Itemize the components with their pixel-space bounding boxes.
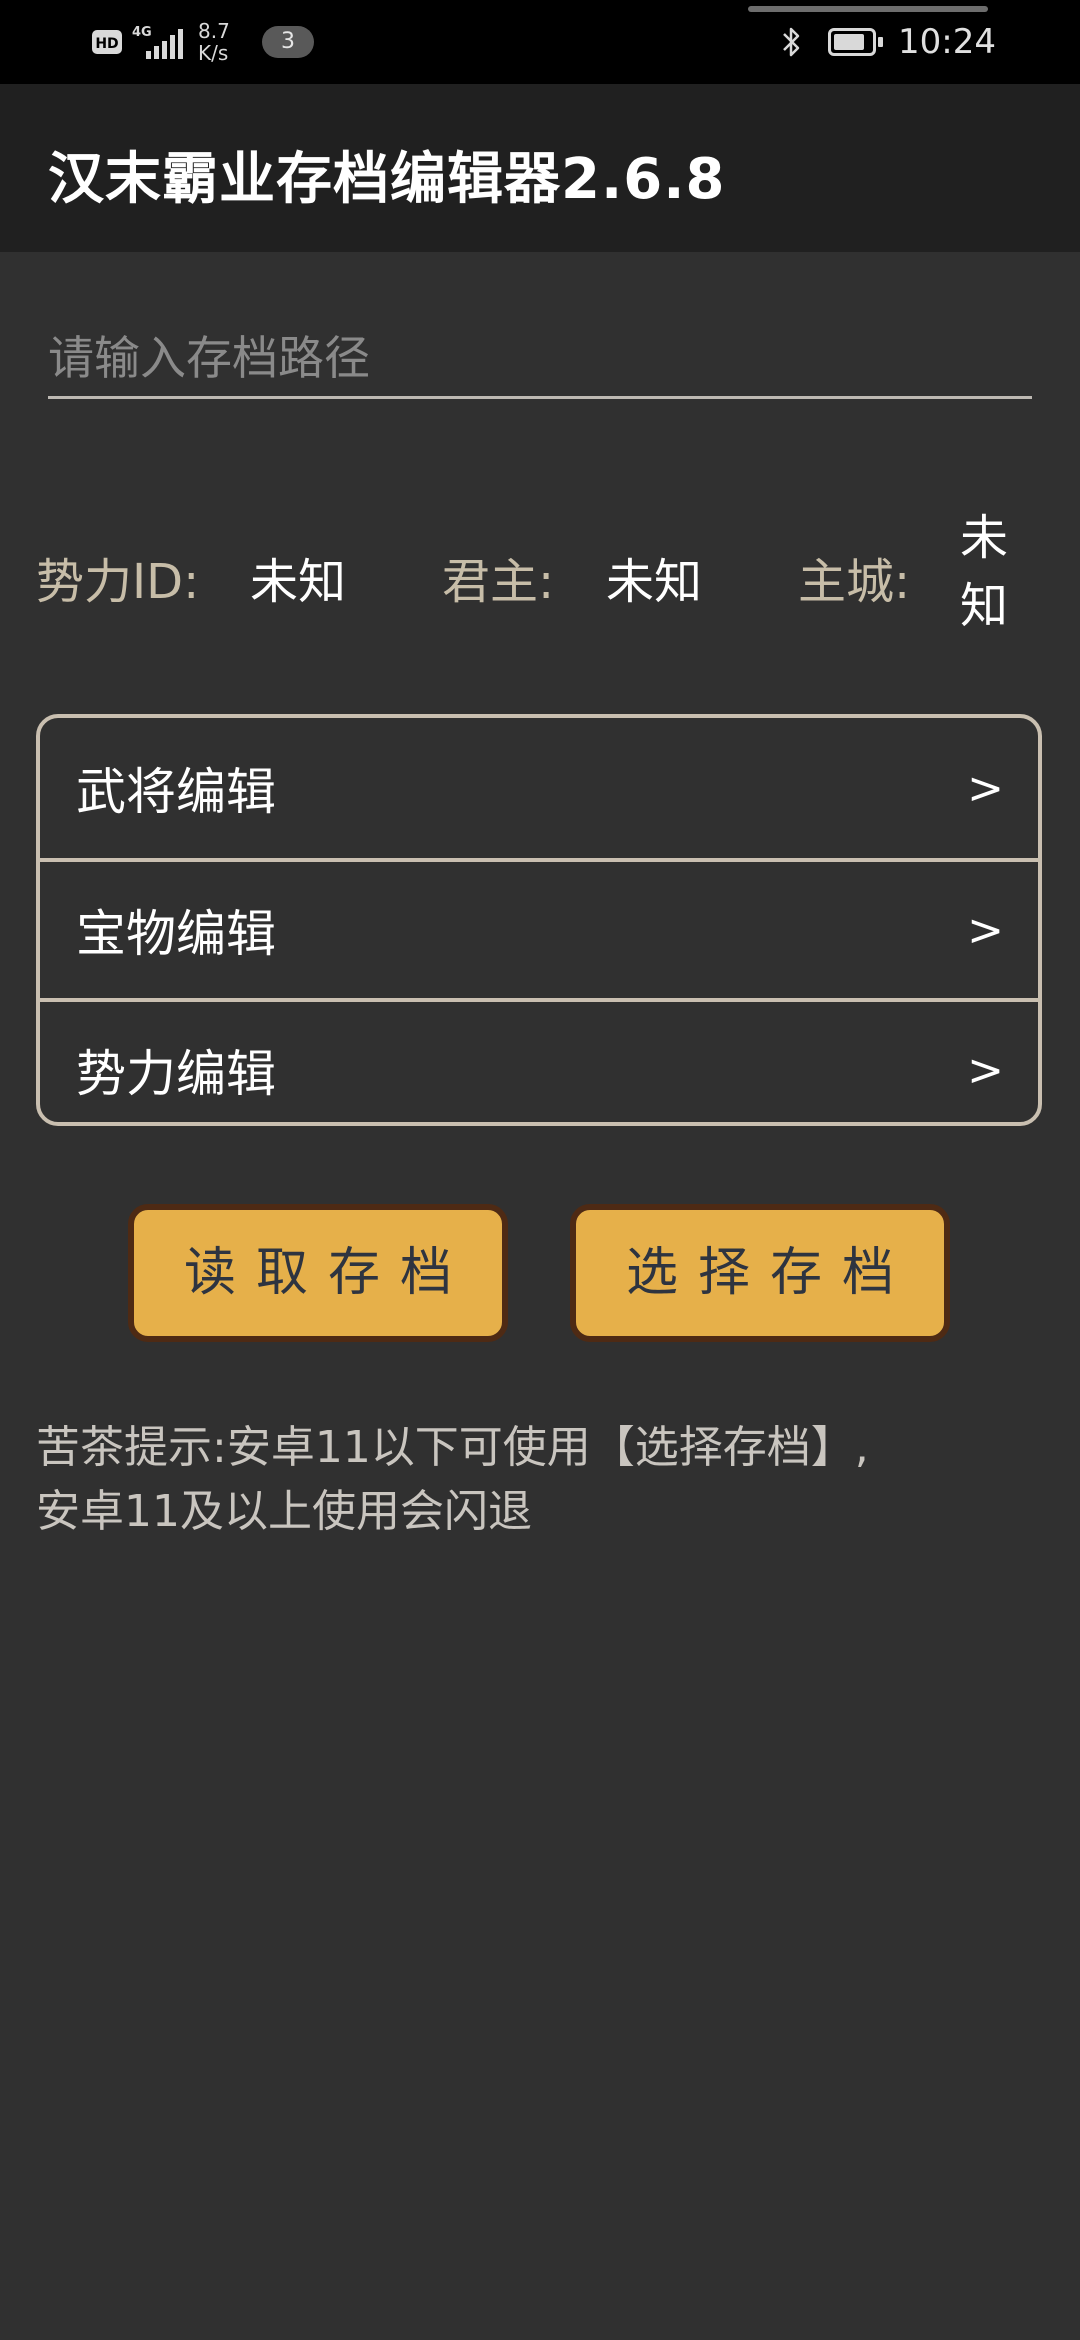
tip-text: 苦茶提示:安卓11以下可使用【选择存档】, 安卓11及以上使用会闪退	[36, 1416, 1046, 1544]
hd-icon: HD	[92, 30, 122, 54]
tip-line-2: 安卓11及以上使用会闪退	[36, 1486, 532, 1537]
capital-label: 主城:	[798, 554, 911, 610]
app-bar: 汉末霸业存档编辑器2.6.8	[0, 84, 1080, 252]
lord-label: 君主:	[442, 554, 555, 610]
chevron-right-icon: >	[967, 904, 1004, 956]
status-left: HD 4G 8.7 K/s 3	[92, 20, 314, 64]
capital-value: 未知	[960, 510, 1009, 634]
gesture-indicator	[748, 6, 988, 12]
menu-item-label: 势力编辑	[76, 1045, 276, 1103]
save-path-input[interactable]	[48, 320, 1032, 399]
menu-item-treasure-edit[interactable]: 宝物编辑 >	[40, 858, 1038, 998]
faction-id-label: 势力ID:	[36, 554, 200, 610]
app-title: 汉末霸业存档编辑器2.6.8	[48, 147, 726, 212]
clock: 10:24	[898, 22, 996, 62]
status-right: 10:24	[780, 20, 996, 64]
faction-id-value: 未知	[250, 554, 347, 610]
chevron-right-icon: >	[967, 1044, 1004, 1096]
menu-item-label: 武将编辑	[76, 763, 276, 821]
menu-item-general-edit[interactable]: 武将编辑 >	[40, 718, 1038, 858]
menu-item-faction-edit[interactable]: 势力编辑 >	[40, 998, 1038, 1122]
notification-count-badge: 3	[262, 26, 314, 58]
status-bar: HD 4G 8.7 K/s 3 10:24	[0, 0, 1080, 84]
menu-item-label: 宝物编辑	[76, 905, 276, 963]
select-save-button[interactable]: 选择存档	[570, 1204, 950, 1342]
network-type-label: 4G	[132, 25, 152, 40]
network-speed-unit: K/s	[198, 41, 229, 65]
bluetooth-icon	[783, 27, 800, 57]
signal-icon: 4G	[132, 25, 186, 59]
network-speed-value: 8.7	[198, 19, 230, 43]
read-save-button[interactable]: 读取存档	[128, 1204, 508, 1342]
battery-icon	[828, 28, 884, 56]
lord-value: 未知	[606, 554, 703, 610]
network-speed: 8.7 K/s	[198, 20, 240, 64]
tip-line-1: 苦茶提示:安卓11以下可使用【选择存档】,	[36, 1422, 869, 1473]
chevron-right-icon: >	[967, 762, 1004, 814]
edit-menu: 武将编辑 > 宝物编辑 > 势力编辑 >	[36, 714, 1042, 1126]
